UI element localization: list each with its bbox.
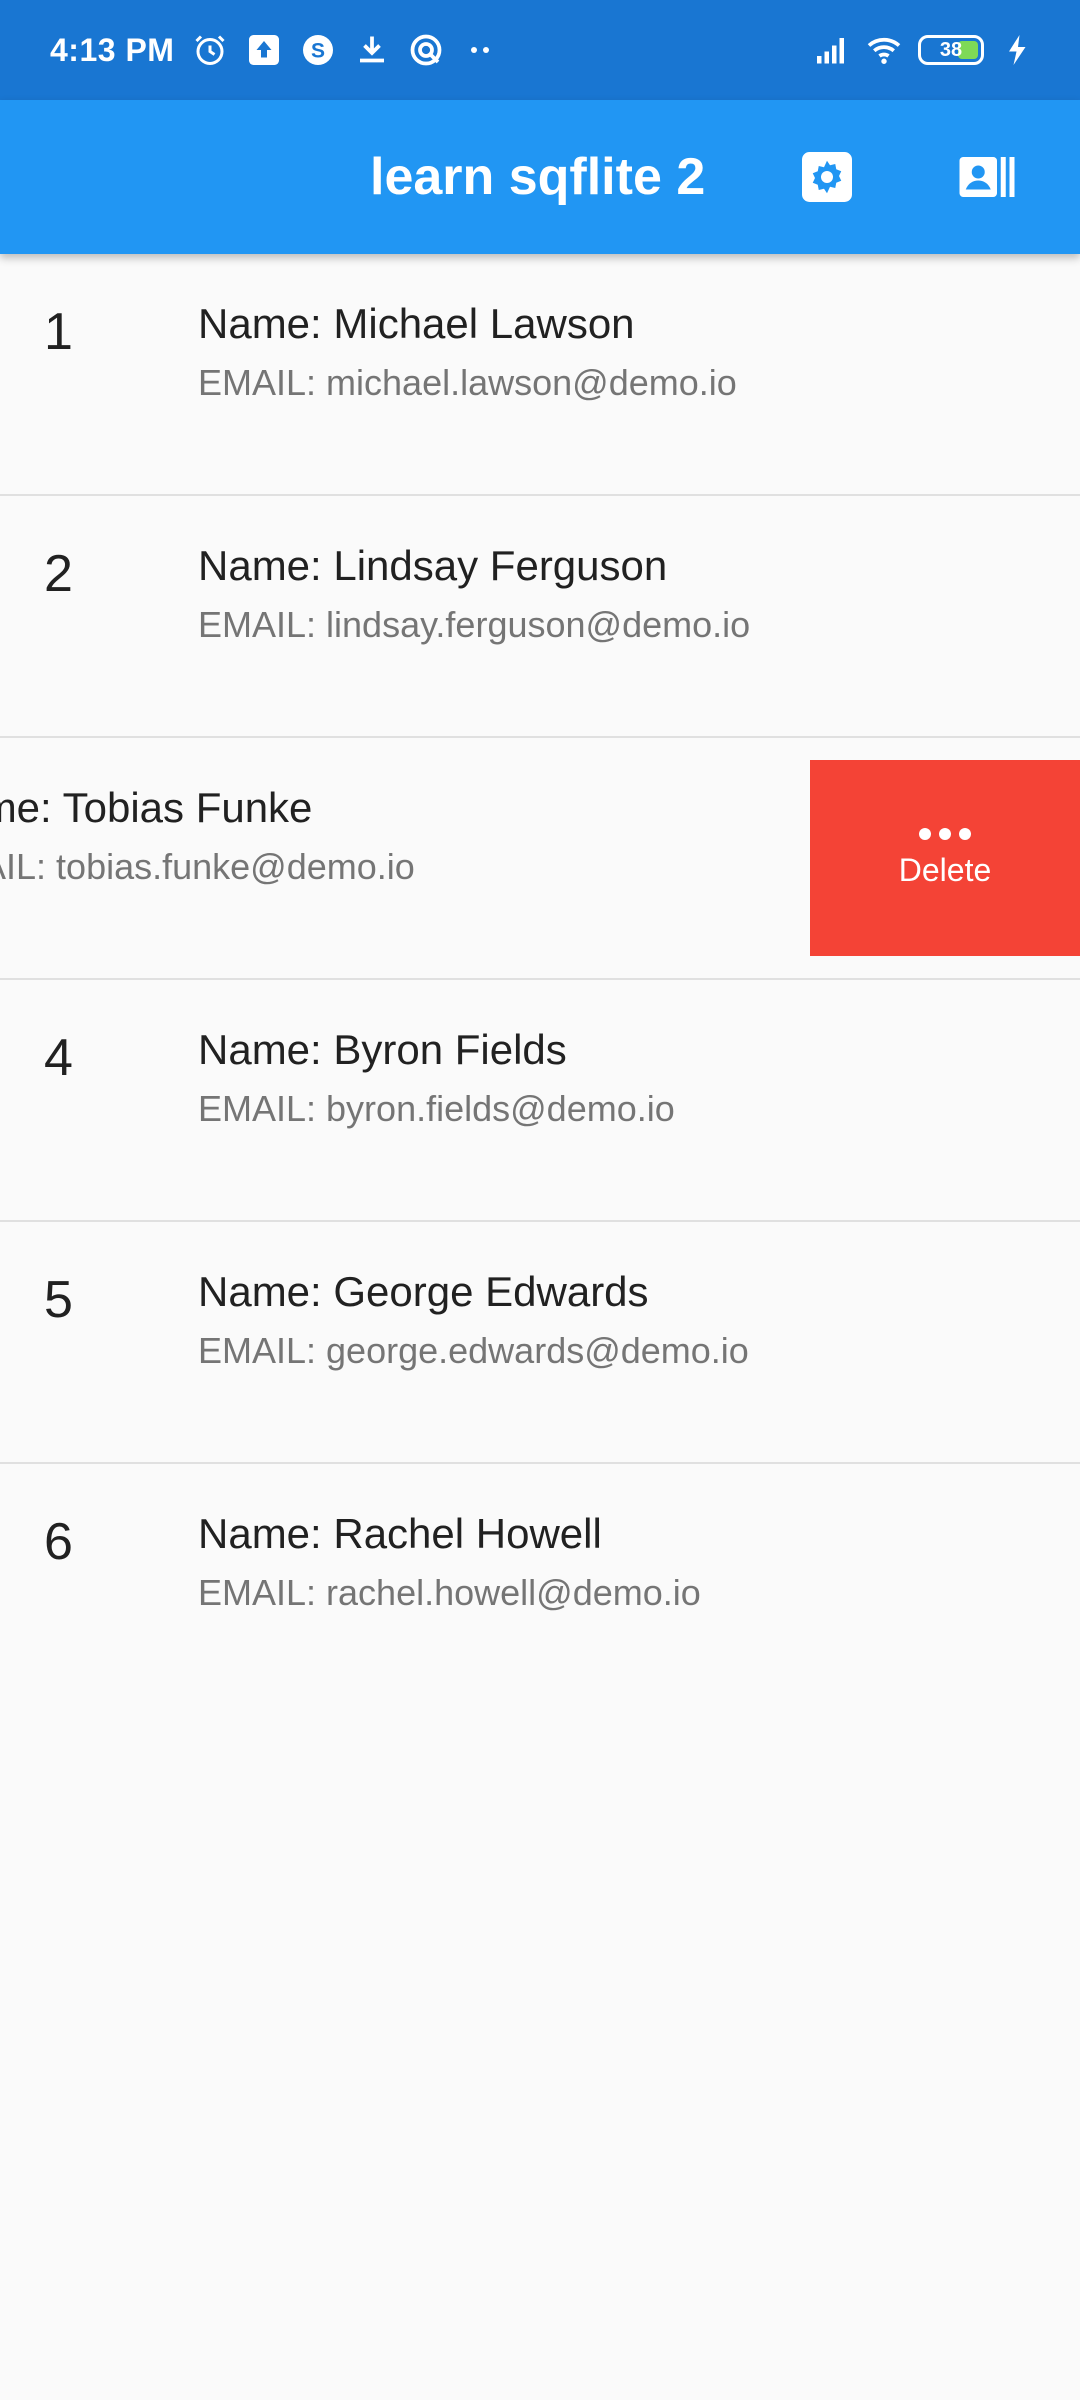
item-name: Name: Rachel Howell [198,1510,602,1557]
list-item-content: 6 Name: Rachel Howell EMAIL: rachel.howe… [0,1464,1080,1704]
item-number: 1 [44,303,73,361]
status-left: 4:13 PM S [50,32,498,69]
wifi-icon [866,32,902,68]
item-name: Name: Lindsay Ferguson [198,542,668,589]
list-item-swiped[interactable]: 3 Name: Tobias Funke EMAIL: tobias.funke… [0,738,1080,980]
status-bar: 4:13 PM S 38 [0,0,1080,100]
battery-level: 38 [939,38,963,61]
item-name: Name: Michael Lawson [198,300,635,347]
list-item[interactable]: 5 Name: George Edwards EMAIL: george.edw… [0,1222,1080,1464]
user-list: 1 Name: Michael Lawson EMAIL: michael.la… [0,254,1080,1706]
list-item-content: 2 Name: Lindsay Ferguson EMAIL: lindsay.… [0,496,1080,736]
list-item[interactable]: 6 Name: Rachel Howell EMAIL: rachel.howe… [0,1464,1080,1706]
item-email: EMAIL: lindsay.ferguson@demo.io [198,604,751,645]
list-item-content: 3 Name: Tobias Funke EMAIL: tobias.funke… [0,738,810,978]
item-email: EMAIL: george.edwards@demo.io [198,1330,749,1371]
more-horiz-icon [919,827,971,840]
status-right: 38 [814,32,1036,68]
list-item[interactable]: 1 Name: Michael Lawson EMAIL: michael.la… [0,254,1080,496]
alarm-icon [192,32,228,68]
item-email: EMAIL: michael.lawson@demo.io [198,362,737,403]
settings-button[interactable] [787,137,867,217]
skype-icon: S [300,32,336,68]
item-name: Name: Byron Fields [198,1026,567,1073]
download-icon [354,32,390,68]
item-number: 6 [44,1513,73,1571]
app-bar: learn sqflite 2 [0,100,1080,254]
list-item[interactable]: 4 Name: Byron Fields EMAIL: byron.fields… [0,980,1080,1222]
item-number: 2 [44,545,73,603]
item-name: Name: Tobias Funke [0,784,313,831]
more-dots-icon [462,32,498,68]
list-item[interactable]: 2 Name: Lindsay Ferguson EMAIL: lindsay.… [0,496,1080,738]
battery-icon: 38 [918,35,984,65]
svg-text:S: S [311,40,325,63]
sync-icon [408,32,444,68]
item-email: EMAIL: tobias.funke@demo.io [0,846,415,887]
item-email: EMAIL: byron.fields@demo.io [198,1088,675,1129]
item-number: 5 [44,1271,73,1329]
item-email: EMAIL: rachel.howell@demo.io [198,1572,701,1613]
settings-icon [802,152,852,202]
list-item-content: 5 Name: George Edwards EMAIL: george.edw… [0,1222,1080,1462]
contacts-icon [959,157,1015,197]
delete-button[interactable]: Delete [810,760,1080,956]
delete-label: Delete [898,851,992,888]
signal-icon [814,32,850,68]
upload-icon [246,32,282,68]
item-name: Name: George Edwards [198,1268,649,1315]
list-item-content: 4 Name: Byron Fields EMAIL: byron.fields… [0,980,1080,1220]
list-item-content: 1 Name: Michael Lawson EMAIL: michael.la… [0,254,1080,494]
charging-icon [1000,32,1036,68]
status-time: 4:13 PM [50,31,175,68]
item-number: 4 [44,1029,73,1087]
contacts-button[interactable] [947,137,1027,217]
page-title: learn sqflite 2 [370,148,706,206]
